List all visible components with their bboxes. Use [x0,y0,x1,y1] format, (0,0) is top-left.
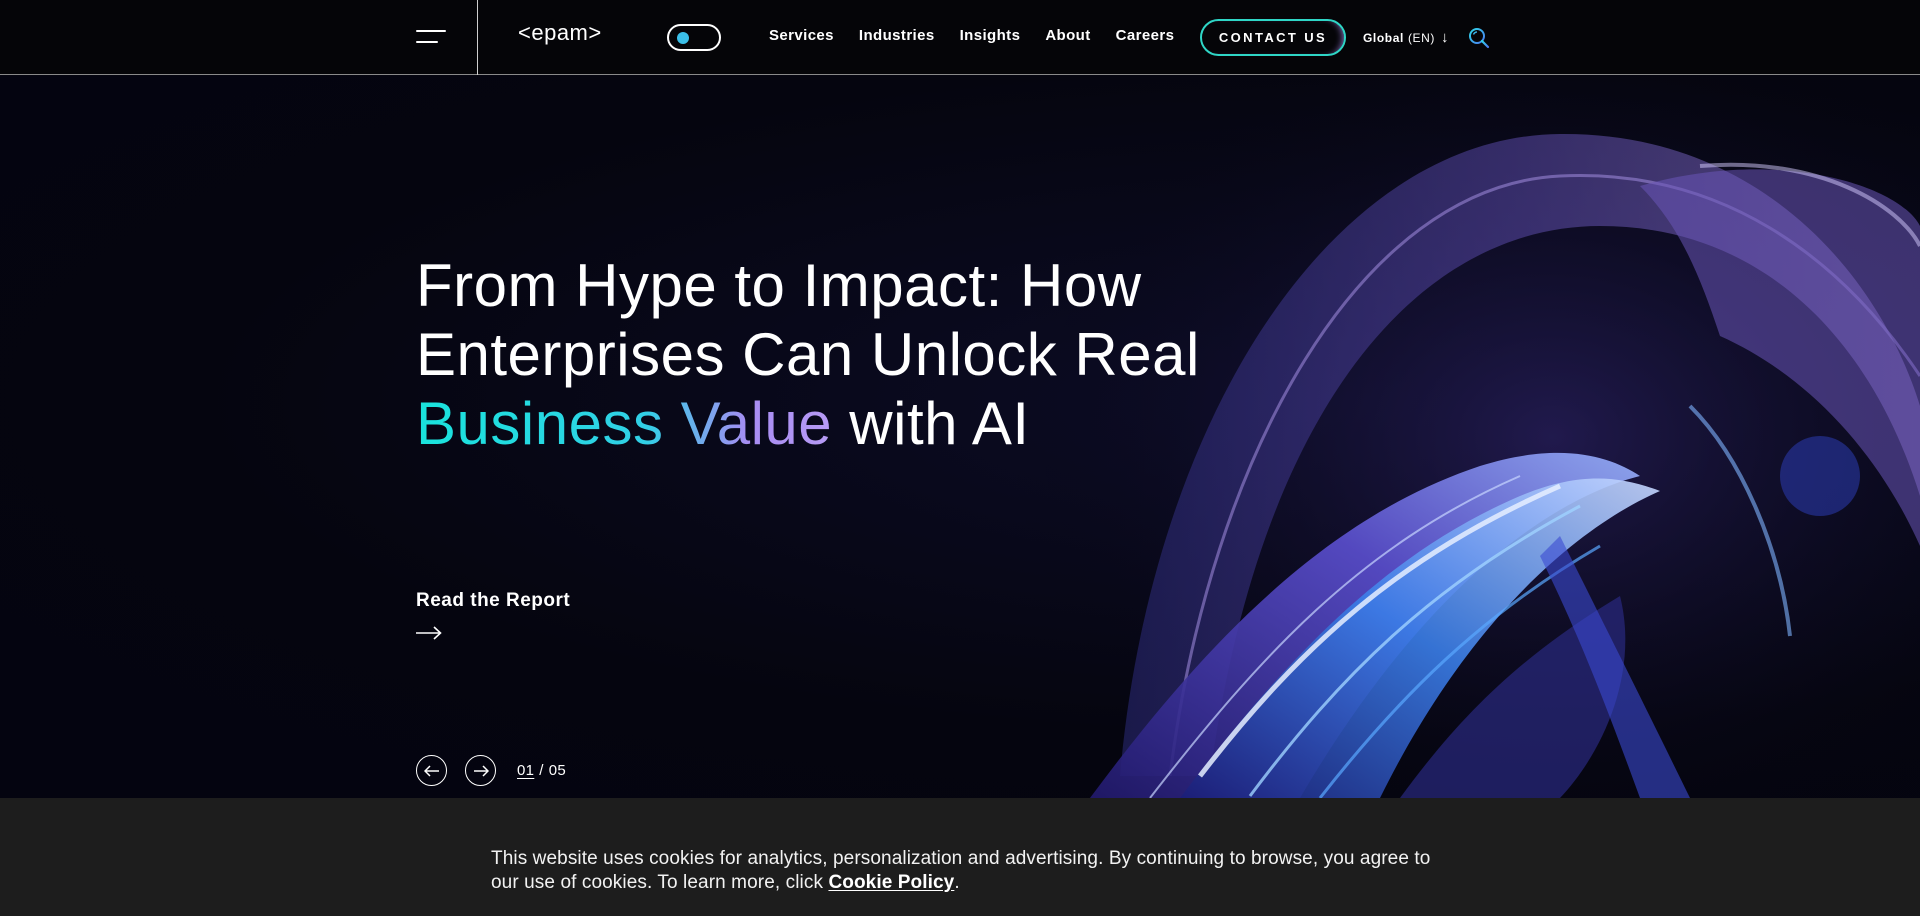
slide-separator: / [539,762,544,779]
slider-controls: 01 /05 [416,755,566,786]
nav-insights[interactable]: Insights [960,27,1021,44]
contact-us-button[interactable]: CONTACT US [1200,19,1346,56]
lang-label: Global [1363,30,1404,45]
site-header: <epam> Services Industries Insights Abou… [0,0,1920,75]
nav-about[interactable]: About [1045,27,1090,44]
cookie-message: This website uses cookies for analytics,… [491,848,1431,893]
epam-logo[interactable]: <epam> [518,20,602,46]
arrow-right-icon [473,764,489,777]
slide-counter: 01 /05 [517,762,566,779]
slide-current[interactable]: 01 [517,762,534,779]
header-divider [477,0,478,75]
menu-icon[interactable] [416,29,446,47]
cookie-text: This website uses cookies for analytics,… [491,847,1431,895]
nav-careers[interactable]: Careers [1116,27,1175,44]
main-nav: Services Industries Insights About Caree… [769,27,1199,44]
hero-headline: From Hype to Impact: How Enterprises Can… [416,251,1236,458]
headline-line-1: From Hype to Impact: How [416,252,1142,319]
next-slide-button[interactable] [465,755,496,786]
headline-line-2: Enterprises Can Unlock Real [416,321,1200,388]
toggle-knob [677,32,689,44]
cookie-policy-link[interactable]: Cookie Policy [828,872,954,893]
nav-services[interactable]: Services [769,27,834,44]
arrow-left-icon [423,764,439,777]
lang-code: (EN) [1407,30,1435,45]
nav-industries[interactable]: Industries [859,27,935,44]
read-report-label: Read the Report [416,590,571,611]
cookie-end: . [954,872,960,893]
headline-accent: Business Value [416,390,833,457]
slide-total: 05 [548,762,567,779]
language-selector[interactable]: Global (EN) ↓ [1363,30,1449,45]
cookie-banner: This website uses cookies for analytics,… [0,798,1920,916]
arrow-down-icon: ↓ [1441,29,1450,46]
hero-section: From Hype to Impact: How Enterprises Can… [0,76,1920,798]
read-report-link[interactable]: Read the Report [416,590,570,640]
search-icon[interactable] [1467,26,1491,50]
headline-tail: with AI [832,390,1030,457]
prev-slide-button[interactable] [416,755,447,786]
arrow-right-icon [416,626,442,640]
theme-toggle[interactable] [667,24,721,51]
